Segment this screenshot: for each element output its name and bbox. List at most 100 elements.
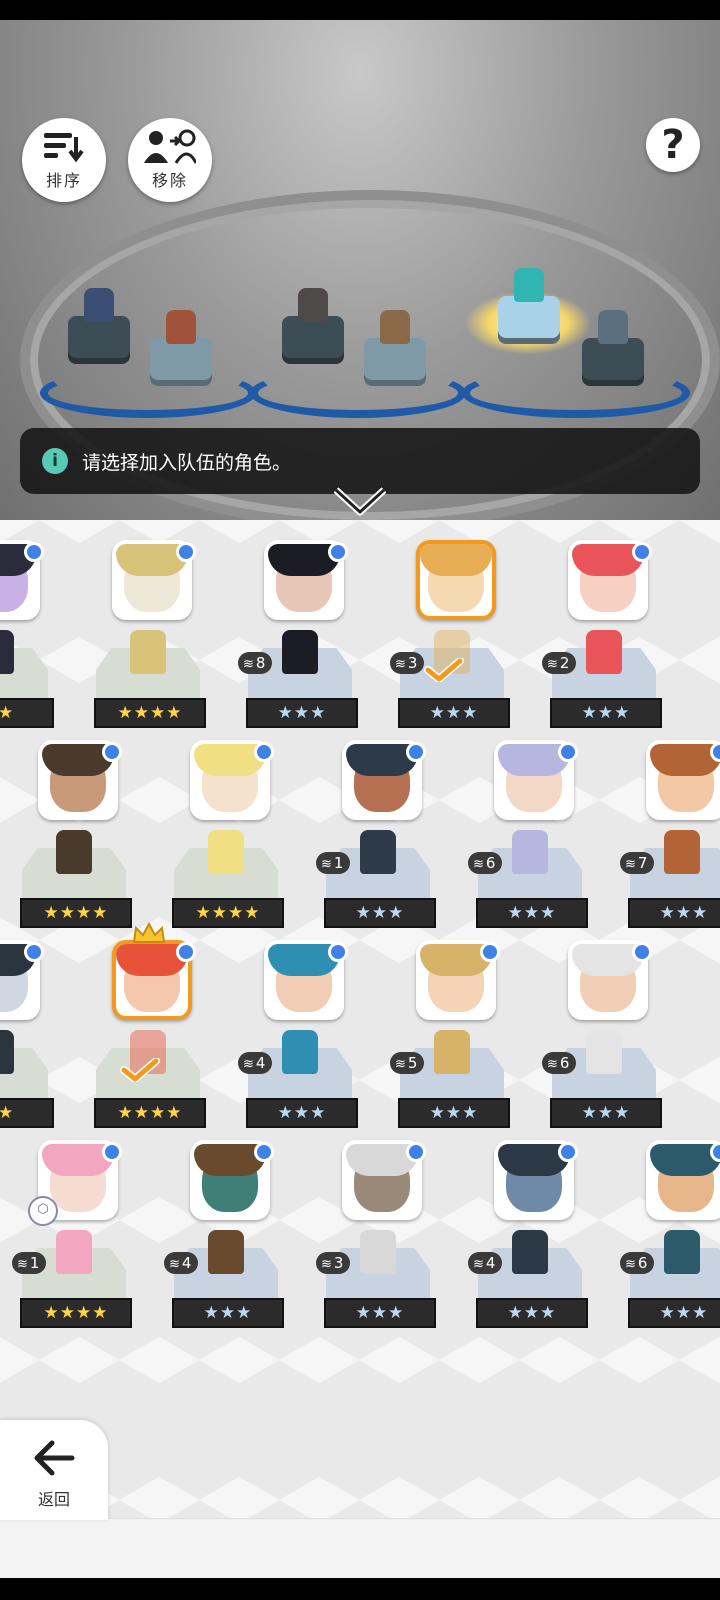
character-sprite	[664, 830, 700, 874]
duplicate-count-badge: ≋ 6	[620, 1252, 655, 1274]
new-indicator-dot	[254, 742, 274, 762]
character-card[interactable]: ★★★★	[20, 740, 132, 950]
character-card[interactable]: ★★	[0, 940, 54, 1150]
duplicate-count: 6	[637, 1254, 648, 1272]
sort-button[interactable]: 排序	[22, 118, 106, 202]
duplicate-count: 6	[485, 854, 496, 872]
character-sprite	[0, 1030, 14, 1074]
character-card[interactable]: ★★	[0, 540, 54, 750]
character-card[interactable]: ★★★★	[94, 922, 206, 1150]
character-card[interactable]: ≋ 4 ★★★	[238, 940, 358, 1150]
character-sprite	[208, 830, 244, 874]
slot-pedestal	[68, 316, 130, 358]
help-button[interactable]: ?	[646, 118, 700, 172]
character-sprite	[0, 630, 14, 674]
character-card[interactable]: ≋ 4 ★★★	[164, 1140, 284, 1350]
character-card[interactable]: ≋ 4 ★★★	[468, 1140, 588, 1350]
collapse-chevron-icon[interactable]	[330, 482, 390, 522]
character-sprite	[130, 630, 166, 674]
character-card[interactable]: ≋ 6 ★★★	[542, 940, 662, 1150]
duplicate-count-badge: ≋ 6	[542, 1052, 577, 1074]
character-card[interactable]: ≋ 6 ★★★	[468, 740, 588, 950]
bottom-strip	[0, 1518, 720, 1579]
character-sprite	[514, 268, 544, 302]
team-slot-3-back[interactable]	[582, 310, 644, 380]
selected-check-icon	[120, 1058, 160, 1082]
character-card[interactable]: ≋ 1 ★★★	[316, 740, 436, 950]
new-indicator-dot	[102, 742, 122, 762]
character-sprite	[434, 1030, 470, 1074]
star-rating: ★★	[0, 1098, 54, 1128]
duplicate-count: 7	[637, 854, 648, 872]
star-rating: ★★★★	[20, 898, 132, 928]
stack-icon: ≋	[473, 857, 484, 872]
character-portrait[interactable]	[416, 540, 496, 620]
character-card[interactable]: ≋ 3 ★★★	[316, 1140, 436, 1350]
star-rating: ★★★	[628, 898, 720, 928]
character-sprite	[166, 310, 196, 344]
hint-text: 请选择加入队伍的角色。	[82, 451, 292, 474]
stack-icon: ≋	[395, 1057, 406, 1072]
character-card[interactable]: ★★★★	[172, 740, 284, 950]
duplicate-count: 6	[559, 1054, 570, 1072]
character-portrait[interactable]	[646, 1140, 720, 1220]
back-button[interactable]: 返回	[0, 1420, 108, 1520]
character-card[interactable]: ≋ 5 ★★★	[390, 940, 510, 1150]
new-indicator-dot	[632, 542, 652, 562]
duplicate-count-badge: ≋ 4	[238, 1052, 273, 1074]
star-rating: ★★★	[398, 698, 510, 728]
duplicate-count: 3	[333, 1254, 344, 1272]
duplicate-count-badge: ≋ 4	[164, 1252, 199, 1274]
stack-icon: ≋	[625, 1257, 636, 1272]
slot-base-ring-3	[462, 368, 690, 418]
team-slot-3-front[interactable]	[498, 268, 560, 338]
navigation-bar	[0, 1578, 720, 1600]
star-rating: ★★★★	[94, 698, 206, 728]
duplicate-count: 4	[485, 1254, 496, 1272]
star-rating: ★★★★	[20, 1298, 132, 1328]
character-card[interactable]: ≋ 8 ★★★	[238, 540, 358, 750]
character-sprite	[360, 830, 396, 874]
character-card[interactable]: ★★★★	[94, 540, 206, 750]
leader-crown-icon	[132, 922, 166, 943]
slot-pedestal	[582, 338, 644, 380]
new-indicator-dot	[558, 742, 578, 762]
star-rating: ★★★	[476, 1298, 588, 1328]
character-card[interactable]: ≋ 6 ★★★	[620, 1140, 720, 1350]
new-indicator-dot	[328, 942, 348, 962]
remove-button[interactable]: 移除	[128, 118, 212, 202]
back-arrow-icon	[34, 1440, 75, 1476]
team-slot-2-back[interactable]	[364, 310, 426, 380]
stack-icon: ≋	[395, 657, 406, 672]
remove-label: 移除	[151, 171, 188, 190]
new-indicator-dot	[406, 1142, 426, 1162]
star-rating: ★★★★	[172, 898, 284, 928]
team-slot-1-back[interactable]	[150, 310, 212, 380]
duplicate-count: 5	[407, 1054, 418, 1072]
duplicate-count: 4	[255, 1054, 266, 1072]
character-card[interactable]: ≋ 7 ★★★	[620, 740, 720, 950]
star-rating: ★★★	[324, 898, 436, 928]
stack-icon: ≋	[17, 1257, 28, 1272]
team-slot-1-front[interactable]	[68, 288, 130, 358]
duplicate-count-badge: ≋ 8	[238, 652, 273, 674]
new-indicator-dot	[24, 942, 44, 962]
character-sprite	[512, 1230, 548, 1274]
stack-icon: ≋	[547, 1057, 558, 1072]
slot-base-ring-2	[250, 368, 466, 418]
character-card[interactable]: ≋ 2 ★★★	[542, 540, 662, 750]
character-sprite	[282, 1030, 318, 1074]
character-portrait[interactable]	[646, 740, 720, 820]
character-card[interactable]: ≋ 3 ★★★	[390, 540, 510, 750]
remove-member-icon	[144, 129, 196, 164]
duplicate-count-badge: ≋ 3	[316, 1252, 351, 1274]
team-slot-2-front[interactable]	[282, 288, 344, 358]
stack-icon: ≋	[625, 857, 636, 872]
character-sprite	[586, 1030, 622, 1074]
new-indicator-dot	[632, 942, 652, 962]
duplicate-count: 2	[559, 654, 570, 672]
character-card[interactable]: ⬡ ≋ 1 ★★★★	[12, 1140, 132, 1350]
portrait-hair	[420, 544, 492, 576]
duplicate-count: 3	[407, 654, 418, 672]
character-sprite	[598, 310, 628, 344]
